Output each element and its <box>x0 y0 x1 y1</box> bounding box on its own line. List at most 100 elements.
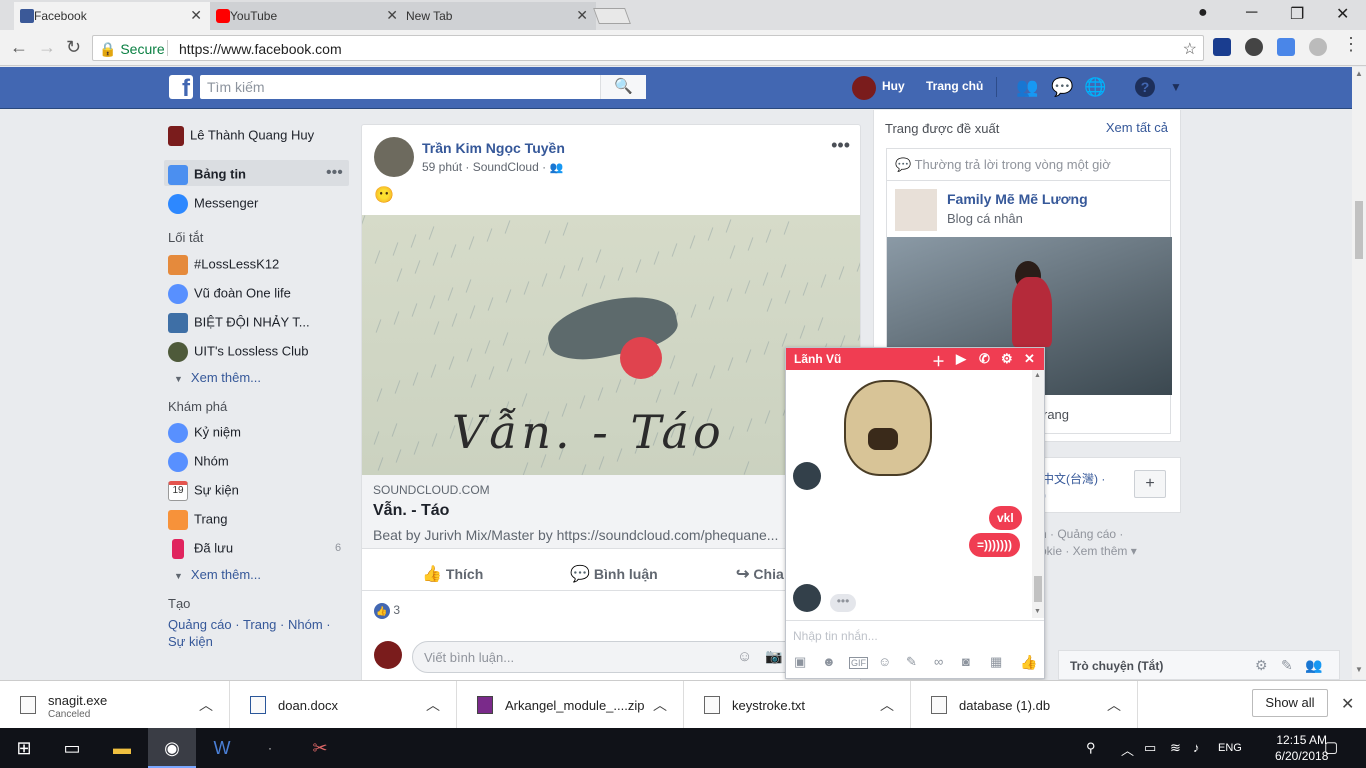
sidebar-item-pages[interactable]: Trang <box>168 510 227 530</box>
wifi-icon[interactable]: ≋ <box>1170 740 1181 756</box>
close-icon[interactable]: ✕ <box>386 7 398 24</box>
sidebar-item-shortcut[interactable]: UIT's Lossless Club <box>168 342 308 362</box>
file-explorer-icon[interactable]: ▬ <box>98 728 146 768</box>
comment-button[interactable]: 💬 Bình luận <box>570 564 658 584</box>
chevron-up-icon[interactable]: ︿ <box>426 695 440 715</box>
download-item[interactable]: keystroke.txt ︿ <box>684 681 911 729</box>
minimize-icon[interactable]: ─ <box>1246 4 1257 22</box>
create-ad-link[interactable]: Quảng cáo <box>168 617 232 632</box>
scroll-down-icon[interactable]: ▼ <box>1355 665 1363 674</box>
camera-icon[interactable]: 📷 <box>765 648 782 665</box>
extension-icon[interactable] <box>1245 38 1263 56</box>
chevron-up-icon[interactable]: ︿ <box>653 695 667 715</box>
message-input[interactable] <box>786 629 1026 643</box>
sidebar-item-events[interactable]: 19 Sự kiện <box>168 481 239 501</box>
new-tab-button[interactable] <box>593 8 631 24</box>
chat-contact-name[interactable]: Lãnh Vũ <box>794 352 841 366</box>
like-button[interactable]: 👍 Thích <box>422 564 483 584</box>
chat-status-label[interactable]: Trò chuyện (Tắt) <box>1070 659 1163 673</box>
url-text[interactable]: https://www.facebook.com <box>179 41 342 57</box>
avatar[interactable] <box>374 137 414 177</box>
post-timestamp[interactable]: 59 phút · SoundCloud · <box>422 160 546 174</box>
message-composer[interactable] <box>786 628 1044 648</box>
search-input[interactable] <box>200 75 600 99</box>
chat-scrollbar[interactable]: ▲ ▼ <box>1032 370 1044 618</box>
see-more-shortcuts-link[interactable]: ▼ Xem thêm... <box>174 370 261 385</box>
post-options-icon[interactable]: ••• <box>831 135 850 156</box>
profile-link[interactable]: Huy <box>882 79 905 93</box>
battery-icon[interactable]: ▭ <box>1144 740 1156 756</box>
windows-start-icon[interactable]: ⊞ <box>0 728 48 768</box>
photo-icon[interactable]: ▣ <box>794 654 806 670</box>
reaction-count[interactable]: 👍 3 <box>374 603 400 619</box>
download-item[interactable]: doan.docx ︿ <box>230 681 457 729</box>
link-icon[interactable]: ∞ <box>934 654 943 669</box>
home-link[interactable]: Trang chủ <box>926 79 983 93</box>
page-scrollbar[interactable]: ▲ ▼ <box>1352 67 1366 679</box>
thumbs-up-icon[interactable]: 👍 <box>1020 654 1037 671</box>
reload-icon[interactable]: ↻ <box>66 37 81 58</box>
share-button[interactable]: ↪ Chia <box>736 564 784 584</box>
gear-icon[interactable]: ⚙ <box>1001 351 1013 367</box>
friend-requests-icon[interactable]: 👥 <box>1016 77 1038 97</box>
word-taskbar-icon[interactable]: W <box>198 728 246 768</box>
close-icon[interactable]: ✕ <box>190 7 202 24</box>
chat-sidebar-bar[interactable]: Trò chuyện (Tắt) ⚙ ✎ 👥 <box>1058 650 1340 680</box>
add-language-button[interactable]: + <box>1134 470 1166 498</box>
sticker-message[interactable] <box>834 380 942 492</box>
chevron-up-icon[interactable]: ︿ <box>880 695 894 715</box>
task-view-icon[interactable]: ▭ <box>48 728 96 768</box>
tab-youtube[interactable]: YouTube ✕ <box>210 2 406 30</box>
back-icon[interactable]: ← <box>10 37 28 58</box>
chrome-taskbar-icon[interactable]: ◉ <box>148 728 196 768</box>
footer-line[interactable]: okie · Xem thêm ▾ <box>1040 543 1137 560</box>
extension-icon[interactable] <box>1309 38 1327 56</box>
search-icon[interactable]: 🔍 <box>600 75 646 99</box>
create-page-link[interactable]: Trang <box>243 617 276 632</box>
compose-icon[interactable]: ✎ <box>1281 657 1293 674</box>
phone-icon[interactable]: ✆ <box>979 351 990 367</box>
sidebar-item-memories[interactable]: Kỷ niệm <box>168 423 241 443</box>
sidebar-item-shortcut[interactable]: BIỆT ĐỘI NHẢY T... <box>168 313 310 333</box>
chevron-up-icon[interactable]: ︿ <box>1107 695 1121 715</box>
chevron-up-icon[interactable]: ︿ <box>199 695 213 715</box>
sidebar-item-messenger[interactable]: Messenger <box>168 194 258 214</box>
emoji-icon[interactable]: ☺ <box>878 654 891 669</box>
footer-line[interactable]: n · Quảng cáo · <box>1040 526 1137 543</box>
tab-new-tab[interactable]: New Tab ✕ <box>400 2 596 30</box>
chat-header[interactable]: Lãnh Vũ ＋ ▶ ✆ ⚙ ✕ <box>786 348 1044 370</box>
notifications-icon[interactable]: ▢ <box>1324 738 1338 756</box>
translate-icon[interactable] <box>1277 38 1295 56</box>
extension-icon[interactable] <box>1213 38 1231 56</box>
sidebar-item-groups[interactable]: Nhóm <box>168 452 229 472</box>
people-icon[interactable]: ⚲ <box>1086 740 1096 756</box>
notifications-globe-icon[interactable]: 🌐 <box>1084 77 1106 97</box>
maximize-icon[interactable]: ❐ <box>1290 4 1304 24</box>
gear-icon[interactable]: ⚙ <box>1255 657 1268 674</box>
post-author-name[interactable]: Trần Kim Ngọc Tuyền <box>422 140 565 156</box>
see-all-link[interactable]: Xem tất cả <box>1106 120 1168 135</box>
scroll-up-icon[interactable]: ▲ <box>1034 372 1041 379</box>
scroll-down-icon[interactable]: ▼ <box>1034 608 1041 615</box>
scrollbar-thumb[interactable] <box>1034 576 1042 602</box>
messenger-icon[interactable]: 💬 <box>1051 77 1073 97</box>
tab-facebook[interactable]: Facebook ✕ <box>14 2 210 30</box>
snagit-taskbar-icon[interactable]: ✂ <box>296 728 344 768</box>
help-icon[interactable]: ? <box>1135 77 1155 97</box>
facebook-logo[interactable]: f <box>169 75 193 99</box>
attachment-icon[interactable]: ✎ <box>906 654 917 670</box>
show-all-downloads-button[interactable]: Show all <box>1252 689 1328 717</box>
search-box[interactable]: 🔍 <box>200 75 646 99</box>
like-page-button[interactable]: rang <box>1043 407 1069 422</box>
scroll-up-icon[interactable]: ▲ <box>1355 69 1363 78</box>
sidebar-item-news-feed[interactable]: Bảng tin <box>168 165 246 185</box>
sidebar-item-saved[interactable]: Đã lưu <box>168 539 233 559</box>
add-people-icon[interactable]: ＋ <box>932 351 945 370</box>
download-item[interactable]: database (1).db ︿ <box>911 681 1138 729</box>
emoji-icon[interactable]: ☺ <box>737 648 752 665</box>
avatar[interactable] <box>852 76 876 100</box>
sidebar-item-shortcut[interactable]: #LossLessK12 <box>168 255 279 275</box>
create-group-link[interactable]: Nhóm <box>288 617 323 632</box>
video-call-icon[interactable]: ▶ <box>956 351 966 367</box>
close-icon[interactable]: ✕ <box>576 7 588 24</box>
